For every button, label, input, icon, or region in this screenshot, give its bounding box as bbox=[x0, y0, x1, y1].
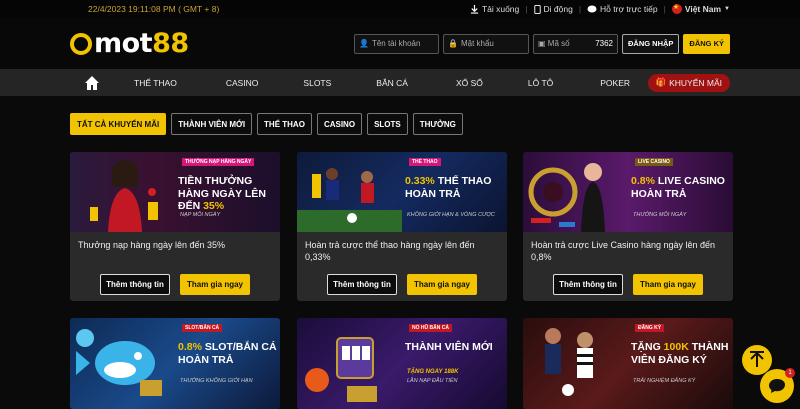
promo-subtitle: THƯỞNG MỖI NGÀY bbox=[633, 212, 687, 218]
more-info-button[interactable]: Thêm thông tin bbox=[100, 274, 170, 295]
slot-machine-illustration bbox=[305, 337, 377, 402]
join-now-button[interactable]: Tham gia ngay bbox=[407, 274, 477, 295]
top-bar: 22/4/2023 19:11:08 PM ( GMT + 8) Tải xuố… bbox=[0, 0, 800, 18]
more-info-button[interactable]: Thêm thông tin bbox=[553, 274, 623, 295]
user-icon: 👤 bbox=[358, 39, 369, 48]
arrow-up-icon bbox=[750, 351, 764, 367]
promo-tag: THỂ THAO bbox=[409, 158, 441, 166]
logo[interactable]: mot 88 bbox=[70, 28, 189, 59]
support-link[interactable]: Hỗ trợ trực tiếp bbox=[587, 4, 658, 14]
nav-item[interactable]: XỔ SỐ bbox=[456, 78, 483, 88]
promo-title: 0.8% LIVE CASINO HOÀN TRẢ bbox=[631, 175, 725, 200]
nav-item[interactable]: SLOTS bbox=[303, 78, 331, 88]
filter-new-member[interactable]: THÀNH VIÊN MỚI bbox=[171, 113, 253, 135]
promo-description: Hoàn trả cược thể thao hàng ngày lên đến… bbox=[305, 240, 475, 262]
promo-description: Hoàn trả cược Live Casino hàng ngày lên … bbox=[531, 240, 716, 262]
promo-card: LIVE CASINO 0.8% LIVE CASINO HOÀN TRẢ TH… bbox=[523, 152, 733, 301]
login-form: 👤 Tên tài khoản 🔒 Mật khẩu ▣ Mã số 7362 ĐĂN… bbox=[353, 33, 730, 54]
join-now-button[interactable]: Tham gia ngay bbox=[180, 274, 250, 295]
captcha-code: 7362 bbox=[595, 39, 613, 48]
login-button[interactable]: ĐĂNG NHẬP bbox=[621, 33, 680, 54]
filter-casino[interactable]: CASINO bbox=[316, 113, 363, 135]
nav-item[interactable]: POKER bbox=[600, 78, 630, 88]
more-info-button[interactable]: Thêm thông tin bbox=[327, 274, 397, 295]
promo-banner[interactable]: LIVE CASINO 0.8% LIVE CASINO HOÀN TRẢ TH… bbox=[523, 152, 733, 232]
promo-description: Thưởng nạp hàng ngày lên đến 35% bbox=[78, 240, 226, 250]
register-button[interactable]: ĐĂNG KÝ bbox=[683, 33, 730, 54]
nav-promo[interactable]: 🎁 KHUYẾN MÃI bbox=[647, 73, 730, 92]
promo-title: TIỀN THƯỞNG HÀNG NGÀY LÊN ĐẾN 35% bbox=[178, 175, 266, 213]
chat-icon bbox=[769, 379, 785, 393]
promo-banner[interactable]: ĐĂNG KÝ TẶNG 100K THÀNH VIÊN ĐĂNG KÝ TRẢ… bbox=[523, 318, 733, 409]
join-now-button[interactable]: Tham gia ngay bbox=[633, 274, 703, 295]
promo-filters: TẤT CẢ KHUYẾN MÃI THÀNH VIÊN MỚI THỂ THA… bbox=[70, 113, 463, 135]
home-icon[interactable] bbox=[84, 75, 100, 91]
hostess-illustration bbox=[90, 160, 158, 232]
mobile-link[interactable]: Di động bbox=[533, 4, 573, 14]
promo-card: THỂ THAO 0.33% THỂ THAO HOÀN TRẢ KHÔNG G… bbox=[297, 152, 507, 301]
promo-subtitle: TRẢI NGHIỆM ĐĂNG KÝ bbox=[633, 378, 696, 384]
header: mot 88 👤 Tên tài khoản 🔒 Mật khẩu ▣ Mã số 73… bbox=[0, 18, 800, 69]
promo-tag: NỔ HŨ BẮN CÁ bbox=[409, 324, 452, 332]
username-field[interactable]: 👤 Tên tài khoản bbox=[353, 33, 439, 54]
top-links: Tải xuống | Di động | Hỗ trợ trực tiếp |… bbox=[470, 3, 730, 14]
footballers-illustration bbox=[297, 168, 402, 232]
lock-icon: 🔒 bbox=[447, 39, 458, 48]
promo-subtitle: THƯỞNG KHÔNG GIỚI HẠN bbox=[180, 378, 253, 384]
promo-tag: ĐĂNG KÝ bbox=[635, 324, 665, 332]
promo-tag: SLOT/BẮN CÁ bbox=[182, 324, 223, 332]
promo-banner[interactable]: SLOT/BẮN CÁ 0.8% SLOT/BẮN CÁ HOÀN TRẢ TH… bbox=[70, 318, 280, 409]
promo-title: TẶNG 100K THÀNH VIÊN ĐĂNG KÝ bbox=[631, 341, 729, 366]
nav-item[interactable]: THỂ THAO bbox=[134, 78, 177, 88]
main-nav: THỂ THAO CASINO SLOTS BẮN CÁ XỔ SỐ LÔ TÔ… bbox=[0, 69, 800, 96]
chat-bubble-icon bbox=[587, 5, 597, 12]
caret-down-icon: ▼ bbox=[724, 6, 730, 12]
promo-subtitle: LẦN NẠP ĐẦU TIÊN bbox=[407, 378, 458, 384]
promo-subtitle: NẠP MỖI NGÀY bbox=[180, 212, 221, 218]
promo-tag: LIVE CASINO bbox=[635, 158, 673, 166]
filter-bonus[interactable]: THƯỞNG bbox=[412, 113, 463, 135]
promo-banner[interactable]: NỔ HŨ BẮN CÁ THÀNH VIÊN MỚI TẶNG NGAY 18… bbox=[297, 318, 507, 409]
nav-item[interactable]: CASINO bbox=[226, 78, 259, 88]
nav-item[interactable]: LÔ TÔ bbox=[528, 78, 553, 88]
download-link[interactable]: Tải xuống bbox=[470, 4, 519, 14]
promo-banner[interactable]: THỂ THAO 0.33% THỂ THAO HOÀN TRẢ KHÔNG G… bbox=[297, 152, 507, 232]
promo-banner[interactable]: THƯỞNG NẠP HÀNG NGÀY TIỀN THƯỞNG HÀNG NG… bbox=[70, 152, 280, 232]
filter-slots[interactable]: SLOTS bbox=[367, 113, 408, 135]
promo-highlight: TẶNG NGAY 188K bbox=[407, 369, 459, 375]
vietnam-flag-icon bbox=[671, 3, 682, 14]
nav-item[interactable]: BẮN CÁ bbox=[376, 78, 408, 88]
shield-icon: ▣ bbox=[537, 39, 546, 48]
live-chat-button[interactable]: 1 bbox=[760, 368, 795, 403]
casino-hostess-illustration bbox=[528, 163, 605, 232]
promo-card: THƯỞNG NẠP HÀNG NGÀY TIỀN THƯỞNG HÀNG NG… bbox=[70, 152, 280, 301]
promo-title: 0.33% THỂ THAO HOÀN TRẢ bbox=[405, 175, 492, 200]
promo-card: SLOT/BẮN CÁ 0.8% SLOT/BẮN CÁ HOÀN TRẢ TH… bbox=[70, 318, 280, 409]
filter-sports[interactable]: THỂ THAO bbox=[257, 113, 312, 135]
promo-tag: THƯỞNG NẠP HÀNG NGÀY bbox=[182, 158, 255, 166]
mobile-icon bbox=[533, 4, 541, 14]
language-selector[interactable]: Việt Nam▼ bbox=[671, 3, 730, 14]
promo-title: THÀNH VIÊN MỚI bbox=[405, 341, 493, 353]
logo-ring-icon bbox=[70, 32, 92, 55]
datetime: 22/4/2023 19:11:08 PM ( GMT + 8) bbox=[88, 4, 220, 14]
promo-title: 0.8% SLOT/BẮN CÁ HOÀN TRẢ bbox=[178, 341, 277, 366]
promo-card: ĐĂNG KÝ TẶNG 100K THÀNH VIÊN ĐĂNG KÝ TRẢ… bbox=[523, 318, 733, 409]
promo-card: NỔ HŨ BẮN CÁ THÀNH VIÊN MỚI TẶNG NGAY 18… bbox=[297, 318, 507, 409]
captcha-field[interactable]: ▣ Mã số 7362 bbox=[532, 33, 618, 54]
password-field[interactable]: 🔒 Mật khẩu bbox=[442, 33, 529, 54]
download-icon bbox=[470, 4, 479, 14]
filter-all[interactable]: TẤT CẢ KHUYẾN MÃI bbox=[70, 113, 167, 135]
promo-subtitle: KHÔNG GIỚI HẠN & VÒNG CƯỢC bbox=[407, 212, 495, 218]
fish-illustration bbox=[76, 329, 162, 396]
gift-icon: 🎁 bbox=[655, 77, 667, 87]
chat-badge: 1 bbox=[785, 368, 795, 378]
footballers-illustration bbox=[545, 328, 593, 396]
